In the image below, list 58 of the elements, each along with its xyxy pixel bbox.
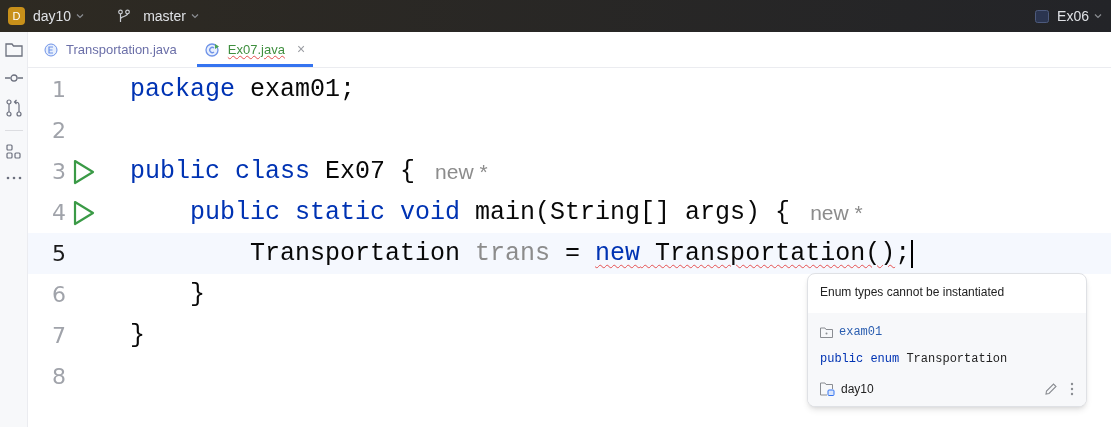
structure-icon[interactable] [6,144,21,159]
declaration: public enum Transportation [820,351,1009,368]
code-text: ; [895,237,911,270]
text-caret [911,239,914,268]
run-config-name: Ex06 [1057,6,1089,26]
project-switcher[interactable]: D day10 [8,5,86,27]
error-message: Enum types cannot be instantiated [819,284,1006,301]
project-badge: D [8,7,25,25]
run-config-switcher[interactable]: Ex06 [1035,5,1103,27]
tab-label: Ex07.java [227,40,285,59]
tab-label: Transportation.java [66,40,177,59]
pull-request-icon[interactable] [5,99,22,117]
line-number: 3 [51,158,66,186]
chevron-icon [1093,11,1103,21]
more-icon[interactable] [1070,382,1074,396]
code-text: } [130,319,145,352]
branch-icon [117,9,132,23]
package-link[interactable]: exam01 [839,323,883,341]
code-keyword: public static void [189,196,461,229]
code-text: main(String[] args) { [474,196,791,229]
editor-tab[interactable]: Transportation.java [36,32,185,67]
class-icon [204,42,220,57]
code-text: Ex07 { [324,155,416,188]
line-number: 7 [51,322,66,350]
project-name: day10 [33,6,72,26]
commit-icon[interactable] [4,74,23,82]
inlay-hint: new * [810,199,863,226]
line-number: 5 [51,240,66,268]
folder-icon[interactable] [4,42,23,57]
branch-switcher[interactable]: master [117,5,200,27]
package-icon [820,326,833,338]
code-keyword: package [130,73,236,106]
enum-icon [44,42,58,57]
chevron-icon [189,11,200,21]
code-text: Transportation [249,237,462,270]
run-icon[interactable] [72,158,96,185]
code-text: = [564,237,582,270]
chevron-icon [75,11,86,21]
run-icon[interactable] [72,199,96,226]
line-number: 6 [51,281,66,309]
module-name: day10 [841,381,874,398]
code-keyword: public class [130,155,311,188]
line-number: 4 [51,199,66,227]
edit-icon[interactable] [1044,382,1058,396]
line-number: 2 [51,117,66,145]
line-number: 1 [51,76,66,104]
window-icon [1035,9,1050,23]
code-text: } [189,278,205,311]
code-variable: trans [475,237,551,270]
branch-name: master [143,6,186,26]
code-text: exam01; [249,73,356,106]
code-keyword: new [595,237,641,270]
line-number: 8 [51,363,66,391]
code-text: Transportation() [654,237,896,270]
editor-tab[interactable]: Ex07.java × [196,32,314,67]
module-icon [820,382,835,396]
inlay-hint: new * [435,158,488,185]
more-icon[interactable] [5,176,22,180]
